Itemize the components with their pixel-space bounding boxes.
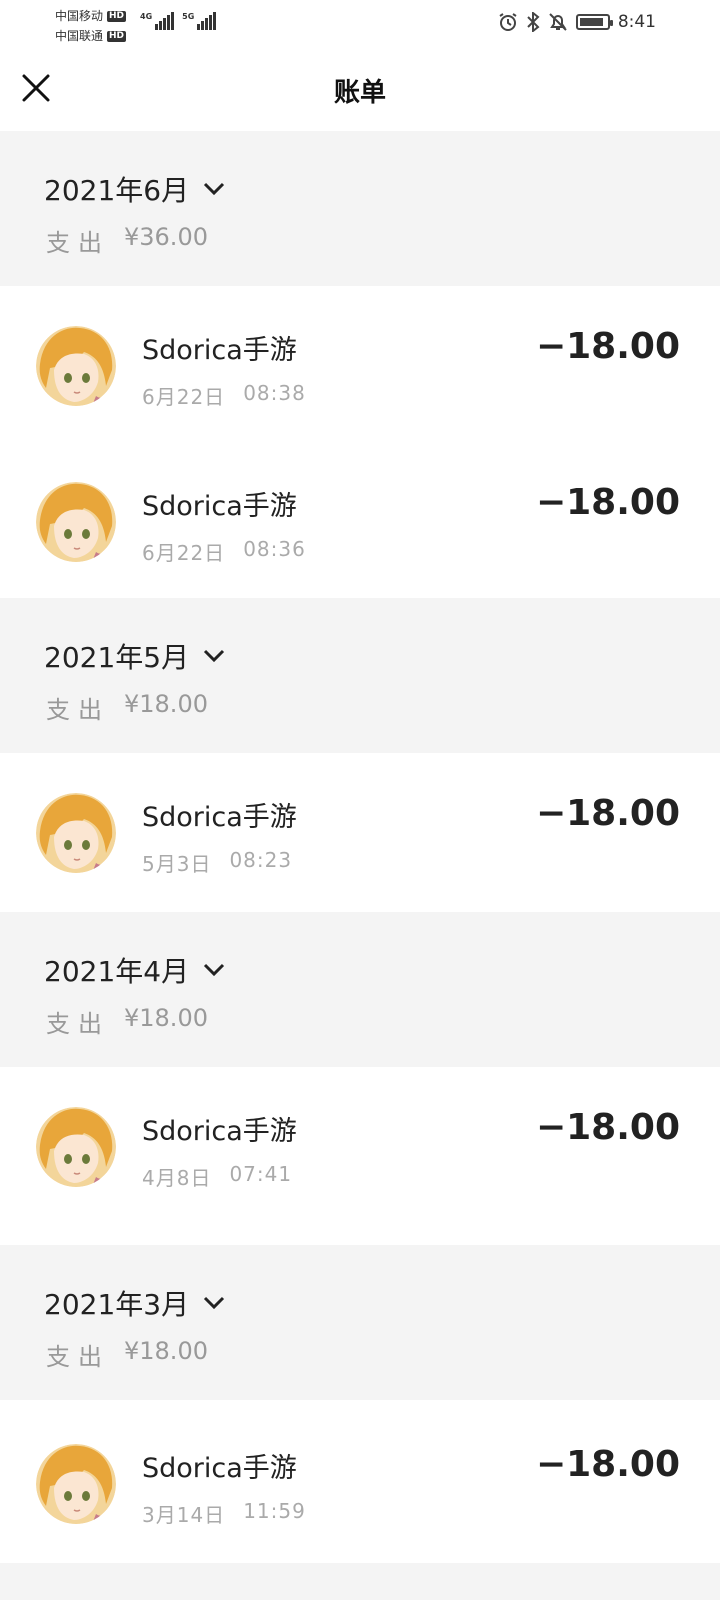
month-expense-summary: 支出 ¥18.00 <box>46 1337 208 1372</box>
signal-5g-icon: 5G <box>182 12 217 30</box>
month-expense-summary: 支出 ¥18.00 <box>46 1004 208 1039</box>
month-header[interactable]: 2021年5月 支出 ¥18.00 <box>0 598 720 753</box>
avatar <box>36 1107 116 1187</box>
transaction-amount: −18.00 <box>535 1444 680 1485</box>
month-title: 2021年5月 <box>44 641 190 674</box>
transaction-row[interactable]: Sdorica手游 6月22日 08:36 −18.00 <box>0 442 720 601</box>
transaction-time: 08:23 <box>229 848 293 872</box>
month-header[interactable]: 2021年4月 支出 ¥18.00 <box>0 912 720 1067</box>
transaction-time: 08:38 <box>243 381 306 405</box>
carrier-1-label: 中国移动 <box>55 9 104 23</box>
bluetooth-icon <box>527 12 540 32</box>
chevron-down-icon <box>204 963 225 977</box>
hd-badge: HD <box>107 10 127 22</box>
transaction-date: 6月22日 <box>142 385 226 409</box>
transaction-datetime: 4月8日 07:41 <box>142 1162 292 1191</box>
signal-indicators: 4G 5G <box>140 12 217 30</box>
chevron-down-icon <box>204 182 225 196</box>
transaction-amount: −18.00 <box>535 482 680 523</box>
month-header[interactable]: 2021年3月 支出 ¥18.00 <box>0 1245 720 1400</box>
merchant-name: Sdorica手游 <box>142 802 297 833</box>
month-title: 2021年6月 <box>44 174 190 207</box>
expense-amount: ¥18.00 <box>124 1337 208 1365</box>
nav-bar: 账单 <box>0 52 720 132</box>
month-header[interactable]: 2021年6月 支出 ¥36.00 <box>0 131 720 286</box>
carrier-2-label: 中国联通 <box>55 29 104 43</box>
month-expense-summary: 支出 ¥36.00 <box>46 223 208 258</box>
bell-off-icon <box>549 13 567 31</box>
signal-4g-icon: 4G <box>140 12 175 30</box>
expense-label: 支出 <box>46 1343 110 1371</box>
avatar <box>36 1444 116 1524</box>
month-title: 2021年3月 <box>44 1288 190 1321</box>
clock-time: 8:41 <box>617 12 656 32</box>
transaction-date: 6月22日 <box>142 541 226 565</box>
month-expense-summary: 支出 ¥18.00 <box>46 690 208 725</box>
transaction-datetime: 6月22日 08:38 <box>142 381 306 410</box>
transaction-amount: −18.00 <box>535 1107 680 1148</box>
merchant-name: Sdorica手游 <box>142 335 297 366</box>
transaction-datetime: 5月3日 08:23 <box>142 848 292 877</box>
expense-label: 支出 <box>46 696 110 724</box>
transaction-date: 3月14日 <box>142 1503 226 1527</box>
status-bar: 中国移动 HD 中国联通 HD 4G 5G 8:41 <box>0 0 720 52</box>
transaction-time: 08:36 <box>243 537 306 561</box>
transaction-date: 5月3日 <box>142 852 212 876</box>
transaction-row[interactable]: Sdorica手游 4月8日 07:41 −18.00 <box>0 1067 720 1226</box>
transaction-time: 11:59 <box>243 1499 306 1523</box>
transaction-row[interactable]: Sdorica手游 3月14日 11:59 −18.00 <box>0 1404 720 1563</box>
hd-badge: HD <box>107 30 127 42</box>
avatar <box>36 326 116 406</box>
transaction-datetime: 3月14日 11:59 <box>142 1499 306 1528</box>
merchant-name: Sdorica手游 <box>142 1116 297 1147</box>
transaction-amount: −18.00 <box>535 793 680 834</box>
expense-amount: ¥18.00 <box>124 690 208 718</box>
transaction-amount: −18.00 <box>535 326 680 367</box>
transaction-date: 4月8日 <box>142 1166 212 1190</box>
expense-label: 支出 <box>46 1010 110 1038</box>
expense-amount: ¥36.00 <box>124 223 208 251</box>
page-title: 账单 <box>333 78 386 108</box>
expense-label: 支出 <box>46 229 110 257</box>
chevron-down-icon <box>204 1296 225 1310</box>
battery-icon <box>575 14 613 30</box>
merchant-name: Sdorica手游 <box>142 491 297 522</box>
avatar <box>36 482 116 562</box>
status-right-icons: 8:41 <box>498 12 656 32</box>
transaction-time: 07:41 <box>229 1162 293 1186</box>
avatar <box>36 793 116 873</box>
alarm-icon <box>499 13 517 31</box>
merchant-name: Sdorica手游 <box>142 1453 297 1484</box>
transaction-row[interactable]: Sdorica手游 5月3日 08:23 −18.00 <box>0 753 720 912</box>
carrier-info: 中国移动 HD 中国联通 HD <box>55 6 127 46</box>
list-bottom-section <box>0 1563 720 1600</box>
expense-amount: ¥18.00 <box>124 1004 208 1032</box>
month-title: 2021年4月 <box>44 955 190 988</box>
chevron-down-icon <box>204 649 225 663</box>
transaction-row[interactable]: Sdorica手游 6月22日 08:38 −18.00 <box>0 286 720 445</box>
transaction-datetime: 6月22日 08:36 <box>142 537 306 566</box>
